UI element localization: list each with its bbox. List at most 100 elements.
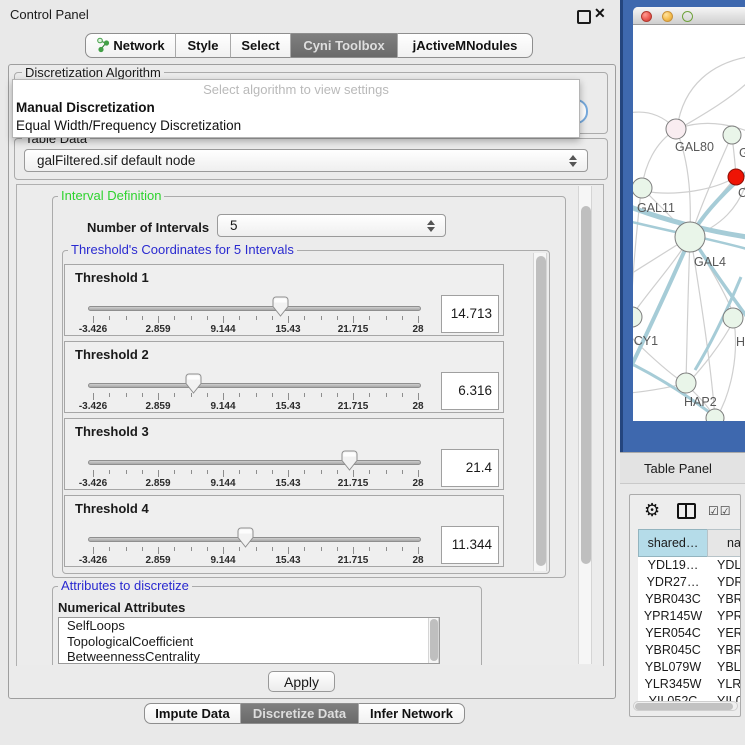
table-row[interactable]: YBR045CYBR0 [638,642,741,659]
gear-icon[interactable]: ⚙ [644,501,660,519]
combo-arrows-icon [427,219,436,233]
tab-network[interactable]: Network [85,33,175,58]
threshold-value-field[interactable]: 14.713 [441,295,499,333]
slider-track[interactable] [88,537,421,542]
slider-tick [369,393,370,397]
slider-track[interactable] [88,383,421,388]
network-node[interactable] [723,126,741,144]
network-canvas[interactable]: GAL80GCGAL11GAL4GCY1HHAP2 [633,25,745,421]
network-node[interactable] [676,373,696,393]
network-edge[interactable] [679,83,745,129]
slider-track[interactable] [88,306,421,311]
threshold-value-field[interactable]: 11.344 [441,526,499,564]
slider-tick [239,316,240,320]
network-node[interactable] [633,307,642,327]
attributes-scrollbar-thumb[interactable] [430,619,438,661]
table-cell: YPR145W [638,608,708,625]
network-edge[interactable] [642,130,675,187]
table-row[interactable]: YDR27…YDR2 [638,574,741,591]
table-row[interactable]: YLR345WYLR3 [638,676,741,693]
tab-discretize-data[interactable]: Discretize Data [240,703,358,724]
settings-scrollbar[interactable] [578,186,592,664]
slider-tick [109,316,110,320]
slider-tick [353,547,354,554]
slider-tick-label: 9.144 [193,555,253,566]
network-edge[interactable] [689,320,734,382]
network-edge[interactable] [717,321,735,417]
slider-tick [418,547,419,554]
table-panel-title: Table Panel [644,461,712,476]
tab-jactivemnodules[interactable]: jActiveMNodules [397,33,533,58]
slider-tick [353,316,354,323]
slider-tick [142,393,143,397]
slider-tick [256,316,257,320]
algorithm-option[interactable]: Equal Width/Frequency Discretization [13,117,579,135]
settings-scrollbar-thumb[interactable] [581,206,591,564]
slider-tick [337,393,338,397]
tab-style[interactable]: Style [175,33,230,58]
slider-tick [174,393,175,397]
minimize-light-icon[interactable] [662,11,673,22]
slider-thumb[interactable] [237,527,254,548]
slider-tick-label: 21.715 [323,401,383,412]
close-panel-icon[interactable]: ✕ [594,5,606,22]
slider-thumb[interactable] [272,296,289,317]
table-column-header[interactable]: shared… [638,529,708,557]
slider-track[interactable] [88,460,421,465]
slider-tick [288,547,289,554]
slider-tick [304,547,305,551]
table-hscrollbar-thumb[interactable] [635,703,733,710]
thresholds-scrollbar-thumb[interactable] [536,256,546,566]
table-row[interactable]: YBR043CYBR0 [638,591,741,608]
attribute-list-item[interactable]: SelfLoops [59,618,439,634]
table-column-header[interactable]: na [707,529,741,557]
table-row[interactable]: YDL19…YDL1 [638,557,741,574]
attributes-scrollbar[interactable] [428,618,439,663]
network-node-selected[interactable] [728,169,744,185]
threshold-value-field[interactable]: 6.316 [441,372,499,410]
slider-tick [337,470,338,474]
slider-tick [93,393,94,400]
slider-tick [223,316,224,323]
tab-cyni-toolbox[interactable]: Cyni Toolbox [290,33,397,58]
close-light-icon[interactable] [641,11,652,22]
table-data-combobox[interactable]: galFiltered.sif default node [24,149,588,172]
split-panel-icon[interactable] [677,503,696,519]
network-node[interactable] [723,308,743,328]
float-panel-icon[interactable] [577,10,591,24]
slider-tick [126,470,127,474]
network-window-titlebar[interactable] [633,7,745,25]
network-node[interactable] [633,178,652,198]
network-edge[interactable] [686,239,690,382]
slider-tick [142,547,143,551]
slider-tick [353,470,354,477]
slider-tick [304,316,305,320]
network-node[interactable] [666,119,686,139]
number-of-intervals-combobox[interactable]: 5 [217,214,446,237]
attribute-list-item[interactable]: TopologicalCoefficient [59,634,439,650]
table-row[interactable]: YBL079WYBL0 [638,659,741,676]
slider-tick [386,547,387,551]
tab-infer-network[interactable]: Infer Network [358,703,465,724]
network-node[interactable] [675,222,705,252]
tab-impute-data[interactable]: Impute Data [144,703,240,724]
slider-thumb[interactable] [341,450,358,471]
panel-title: Control Panel [10,7,89,22]
tab-select[interactable]: Select [230,33,290,58]
table-cell: YBL079W [638,659,708,676]
threshold-value-field[interactable]: 21.4 [441,449,499,487]
table-cell: YDL1 [717,557,741,574]
slider-tick [207,316,208,320]
slider-thumb[interactable] [185,373,202,394]
attribute-list-item[interactable]: BetweennessCentrality [59,649,439,664]
slider-tick [207,547,208,551]
slider-tick [174,547,175,551]
apply-button[interactable]: Apply [268,671,335,692]
slider-tick-label: 2.859 [128,555,188,566]
table-row[interactable]: YPR145WYPR1 [638,608,741,625]
zoom-light-icon[interactable] [682,11,693,22]
checkbox-icon[interactable]: ☑☑ [708,504,732,518]
thresholds-scrollbar[interactable] [533,253,547,571]
table-row[interactable]: YER054CYER0 [638,625,741,642]
algorithm-option[interactable]: Manual Discretization [13,99,579,117]
